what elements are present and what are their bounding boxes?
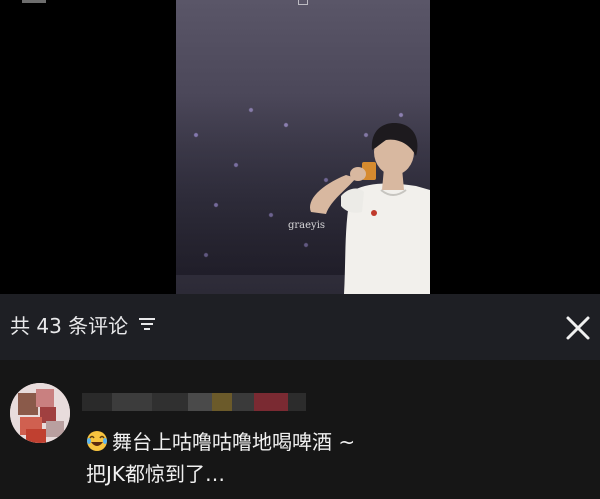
username-redacted[interactable]	[82, 390, 306, 414]
status-glyph	[22, 0, 46, 3]
comment-list: 舞台上咕噜咕噜地喝啤酒 ~ 把JK都惊到了…	[0, 360, 600, 499]
video-player[interactable]: graeyis	[0, 0, 600, 294]
video-watermark: graeyis	[288, 220, 326, 231]
comments-count-label: 共 43 条评论	[10, 314, 129, 338]
comments-header: 共 43 条评论	[0, 294, 600, 360]
close-button[interactable]	[562, 312, 594, 344]
laugh-cry-emoji-icon	[87, 431, 107, 451]
comment-line-1-text: 舞台上咕噜咕噜地喝啤酒 ~	[112, 430, 356, 454]
avatar[interactable]	[10, 383, 70, 443]
comment-line-1: 舞台上咕噜咕噜地喝啤酒 ~	[86, 426, 556, 458]
performer-figure	[310, 123, 430, 294]
close-icon	[566, 316, 590, 340]
pull-down-indicator	[298, 0, 308, 5]
sort-icon[interactable]	[138, 313, 156, 337]
comment-text: 舞台上咕噜咕噜地喝啤酒 ~ 把JK都惊到了…	[86, 426, 556, 490]
video-frame[interactable]: graeyis	[176, 0, 430, 294]
comments-count[interactable]: 共 43 条评论	[10, 310, 156, 339]
comment-line-2: 把JK都惊到了…	[86, 462, 226, 486]
